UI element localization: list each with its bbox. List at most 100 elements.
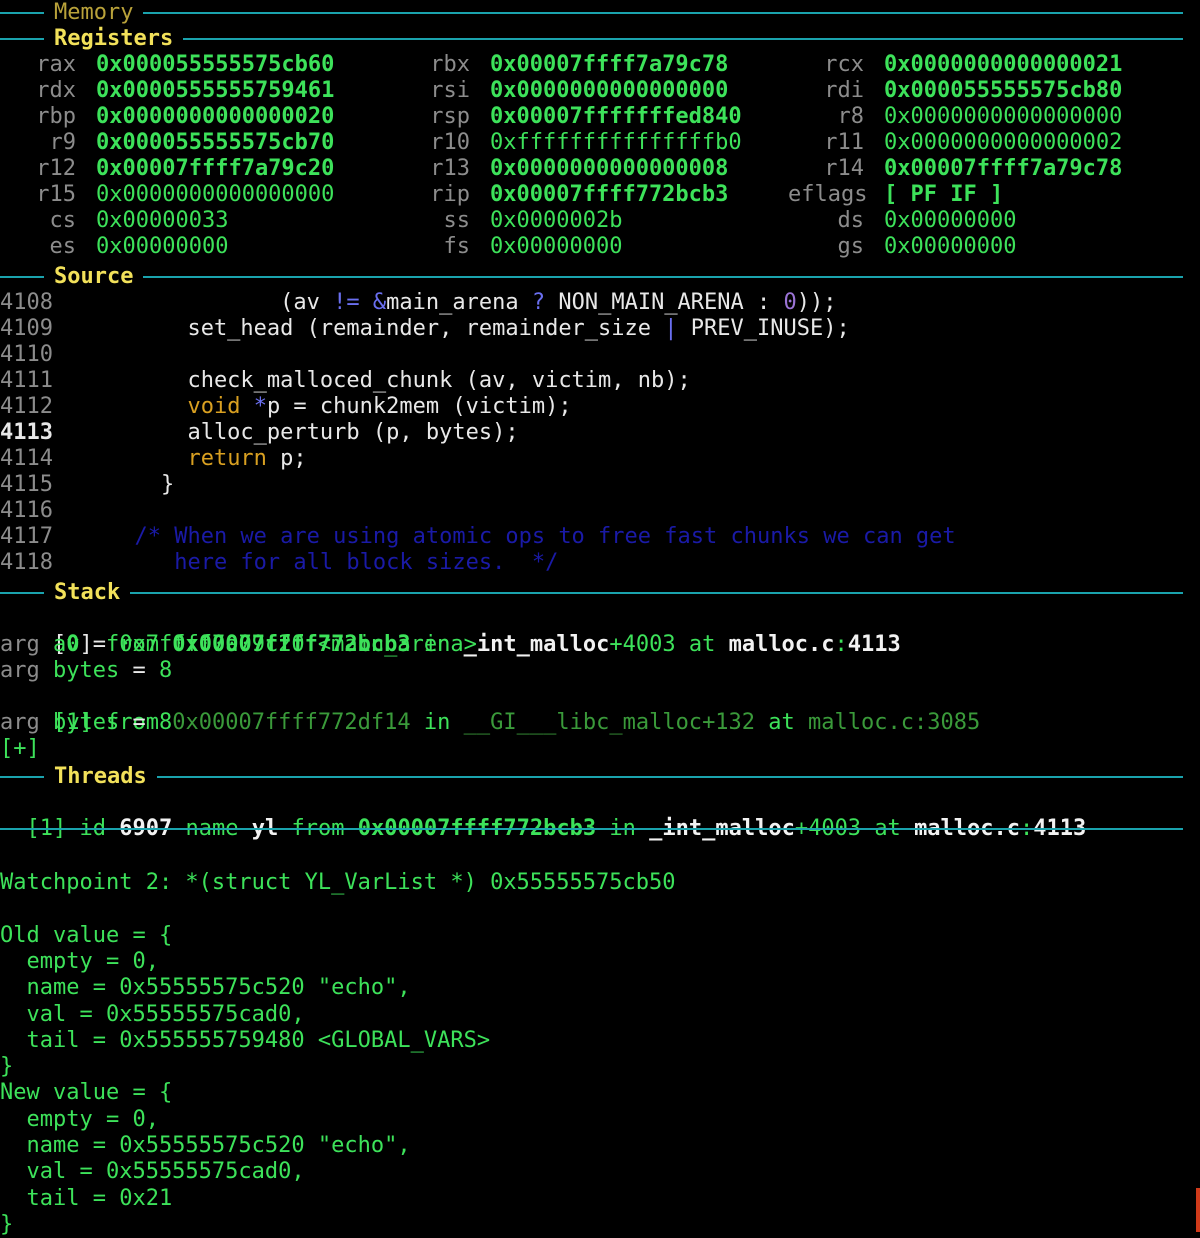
code-token: NON_MAIN_ARENA : bbox=[545, 290, 784, 315]
register-name: r14 bbox=[824, 156, 864, 181]
frame-0-arg-av: arg av = 0x7ffff7a79c20 <main_arena> bbox=[0, 632, 477, 657]
line-number: 4111 bbox=[0, 368, 53, 393]
register-name: rbx bbox=[430, 52, 470, 77]
stack-rule bbox=[0, 592, 1183, 594]
code-token: 0 bbox=[783, 290, 797, 315]
source-line-4114[interactable]: 4114 return p; bbox=[0, 446, 307, 472]
source-line-4109[interactable]: 4109 set_head (remainder, remainder_size… bbox=[0, 316, 850, 342]
code-token: alloc_perturb (p, bytes); bbox=[55, 420, 519, 445]
frame-1-address: 0x00007ffff772df14 bbox=[172, 710, 411, 735]
frame-1-arg-bytes: arg bytes = 8 bbox=[0, 710, 173, 735]
source-title: Source bbox=[44, 264, 144, 290]
output-line: tail = 0x555555759480 <GLOBAL_VARS> bbox=[0, 1027, 491, 1053]
registers-title: Registers bbox=[44, 26, 184, 52]
register-value: 0x00000000 bbox=[884, 234, 1017, 259]
stack-frame-0[interactable]: [0] from 0x00007ffff772bcb3 in _int_mall… bbox=[0, 606, 901, 657]
register-value: 0x0000000000000000 bbox=[884, 104, 1123, 129]
code-token: (av bbox=[55, 290, 334, 315]
terminal-cursor bbox=[1196, 1188, 1200, 1232]
source-rule bbox=[0, 276, 1183, 278]
source-line-4113[interactable]: 4113 alloc_perturb (p, bytes); bbox=[0, 420, 519, 446]
register-r15: r15 0x0000000000000000 bbox=[0, 182, 334, 208]
source-line-4108[interactable]: 4108 (av != &main_arena ? NON_MAIN_ARENA… bbox=[0, 290, 837, 316]
register-rdx: rdx 0x0000555555759461 bbox=[0, 78, 334, 104]
code-token: & bbox=[372, 290, 387, 315]
register-gs: gs 0x00000000 bbox=[788, 234, 1017, 260]
line-number: 4117 bbox=[0, 524, 53, 549]
register-name: r15 bbox=[36, 182, 76, 207]
code-token: here for all block sizes. */ bbox=[55, 550, 559, 575]
register-name: rip bbox=[430, 182, 470, 207]
line-number: 4113 bbox=[0, 420, 53, 445]
code-token: | bbox=[664, 316, 678, 341]
register-name: eflags bbox=[788, 182, 868, 207]
threads-header: Threads bbox=[0, 764, 1183, 790]
output-line: Watchpoint 2: *(struct YL_VarList *) 0x5… bbox=[0, 870, 676, 895]
source-line-4111[interactable]: 4111 check_malloced_chunk (av, victim, n… bbox=[0, 368, 691, 394]
register-name: rsi bbox=[430, 78, 470, 103]
memory-title: Memory bbox=[44, 0, 144, 26]
register-value: 0x00000000 bbox=[96, 234, 229, 259]
output-line: name = 0x55555575c520 "echo", bbox=[0, 975, 411, 1001]
frame-1-function: __GI___libc_malloc bbox=[463, 710, 703, 735]
register-name: cs bbox=[49, 208, 77, 233]
register-value: 0x0000000000000000 bbox=[96, 182, 335, 207]
source-line-4115[interactable]: 4115 } bbox=[0, 472, 174, 498]
stack-title: Stack bbox=[44, 580, 131, 606]
register-name: fs bbox=[443, 234, 471, 259]
register-value: 0x000055555575cb70 bbox=[96, 130, 335, 155]
register-r11: r11 0x0000000000000002 bbox=[788, 130, 1122, 156]
code-token: p; bbox=[266, 446, 307, 471]
register-value: 0x000055555575cb60 bbox=[96, 52, 335, 77]
register-es: es 0x00000000 bbox=[0, 234, 229, 260]
register-value: [ PF IF ] bbox=[884, 182, 1004, 207]
output-line: val = 0x55555575cad0, bbox=[0, 1159, 305, 1185]
register-rsi: rsi 0x0000000000000000 bbox=[394, 78, 728, 104]
stack-expand-button[interactable]: [+] bbox=[0, 736, 40, 762]
register-eflags: eflags [ PF IF ] bbox=[788, 182, 1003, 208]
code-token: ? bbox=[531, 290, 546, 315]
registers-header: Registers bbox=[0, 26, 1183, 52]
thread-row[interactable]: [1] id 6907 name yl from 0x00007ffff772b… bbox=[0, 790, 1087, 841]
source-line-4110[interactable]: 4110 bbox=[0, 342, 55, 368]
frame-0-function: _int_malloc bbox=[463, 632, 610, 657]
register-name: r8 bbox=[837, 104, 865, 129]
register-name: r13 bbox=[430, 156, 470, 181]
register-name: r12 bbox=[36, 156, 76, 181]
code-token: check_malloced_chunk (av, victim, nb); bbox=[55, 368, 691, 393]
code-token: /* When we are using atomic ops to free … bbox=[55, 524, 956, 549]
line-number: 4109 bbox=[0, 316, 53, 341]
source-line-4117[interactable]: 4117 /* When we are using atomic ops to … bbox=[0, 524, 956, 550]
line-number: 4118 bbox=[0, 550, 53, 575]
register-value: 0x0000555555759461 bbox=[96, 78, 335, 103]
code-token: main_arena bbox=[386, 290, 532, 315]
output-line: } bbox=[0, 1054, 14, 1080]
register-value: 0x000055555575cb80 bbox=[884, 78, 1123, 103]
register-value: 0x00000033 bbox=[96, 208, 229, 233]
source-line-4118[interactable]: 4118 here for all block sizes. */ bbox=[0, 550, 558, 576]
threads-title: Threads bbox=[44, 764, 157, 790]
line-number: 4110 bbox=[0, 342, 53, 367]
register-value: 0x00007ffff7a79c78 bbox=[884, 156, 1123, 181]
register-rax: rax 0x000055555575cb60 bbox=[0, 52, 334, 78]
register-value: 0x00007ffff7a79c78 bbox=[490, 52, 729, 77]
register-name: es bbox=[49, 234, 77, 259]
output-line: Old value = { bbox=[0, 922, 173, 948]
line-number: 4115 bbox=[0, 472, 53, 497]
stack-frame-1[interactable]: [1] from 0x00007ffff772df14 in __GI___li… bbox=[0, 684, 980, 735]
register-value: 0xfffffffffffffffb0 bbox=[490, 130, 742, 155]
register-name: r9 bbox=[49, 130, 77, 155]
register-name: r10 bbox=[430, 130, 470, 155]
code-token: set_head (remainder, remainder_size bbox=[55, 316, 665, 341]
register-value: 0x0000000000000020 bbox=[96, 104, 335, 129]
output-line: empty = 0, bbox=[0, 1106, 159, 1132]
register-cs: cs 0x00000033 bbox=[0, 208, 229, 234]
register-name: rbp bbox=[36, 104, 76, 129]
register-value: 0x0000000000000000 bbox=[490, 78, 729, 103]
source-line-4112[interactable]: 4112 void *p = chunk2mem (victim); bbox=[0, 394, 572, 420]
register-r9: r9 0x000055555575cb70 bbox=[0, 130, 335, 156]
register-name: rax bbox=[36, 52, 76, 77]
source-line-4116[interactable]: 4116 bbox=[0, 498, 55, 524]
